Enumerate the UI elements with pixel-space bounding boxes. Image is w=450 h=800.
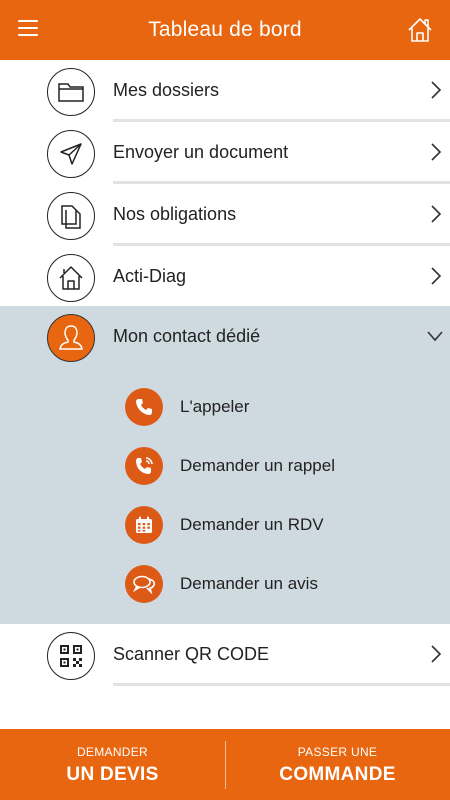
contact-action-label: Demander un RDV [180, 515, 324, 534]
contact-action-appeler[interactable]: L'appeler [0, 382, 450, 432]
chat-bubbles-icon [125, 565, 163, 603]
chevron-down-icon [427, 331, 443, 342]
devis-small-label: DEMANDER [76, 745, 149, 759]
phone-callback-icon [125, 447, 163, 485]
contact-action-rappel[interactable]: Demander un rappel [0, 441, 450, 491]
commande-small-label: PASSER UNE [297, 745, 378, 759]
app-header: Tableau de bord [0, 0, 450, 60]
menu-item-envoyer-document[interactable]: Envoyer un document [0, 122, 450, 184]
divider [113, 683, 450, 686]
contact-section-expanded: Mon contact dédié L'appeler Demander un … [0, 306, 450, 624]
calendar-icon [125, 506, 163, 544]
demander-devis-button[interactable]: DEMANDER UN DEVIS [0, 729, 225, 800]
contact-action-rdv[interactable]: Demander un RDV [0, 500, 450, 550]
contact-action-avis[interactable]: Demander un avis [0, 559, 450, 609]
bottom-action-bar: DEMANDER UN DEVIS PASSER UNE COMMANDE [0, 729, 450, 800]
home-icon[interactable] [406, 16, 434, 44]
menu-item-label: Mes dossiers [113, 80, 220, 100]
menu-item-mes-dossiers[interactable]: Mes dossiers [0, 60, 450, 122]
documents-icon [47, 192, 95, 240]
hamburger-menu-icon[interactable] [18, 20, 42, 40]
chevron-right-icon [431, 645, 442, 663]
chevron-right-icon [431, 81, 442, 99]
chevron-right-icon [431, 267, 442, 285]
chevron-right-icon [431, 205, 442, 223]
menu-item-nos-obligations[interactable]: Nos obligations [0, 184, 450, 246]
app-screen: Tableau de bord Mes dossiers Envoyer un … [0, 0, 450, 800]
house-icon [47, 254, 95, 302]
menu-item-label: Scanner QR CODE [113, 644, 270, 664]
contact-action-label: Demander un avis [180, 574, 318, 593]
passer-commande-button[interactable]: PASSER UNE COMMANDE [225, 729, 450, 800]
menu-item-acti-diag[interactable]: Acti-Diag [0, 246, 450, 308]
send-icon [47, 130, 95, 178]
contact-action-label: L'appeler [180, 397, 250, 416]
qr-code-icon [47, 632, 95, 680]
menu-item-label: Nos obligations [113, 204, 237, 224]
menu-item-scanner-qr[interactable]: Scanner QR CODE [0, 624, 450, 686]
menu-item-label: Acti-Diag [113, 266, 187, 286]
folder-icon [47, 68, 95, 116]
contact-action-label: Demander un rappel [180, 456, 335, 475]
page-title: Tableau de bord [148, 18, 302, 41]
phone-icon [125, 388, 163, 426]
menu-item-label: Mon contact dédié [113, 326, 261, 346]
menu-item-mon-contact[interactable]: Mon contact dédié [0, 306, 450, 368]
chevron-right-icon [431, 143, 442, 161]
person-icon [47, 314, 95, 362]
commande-big-label: COMMANDE [279, 764, 396, 785]
devis-big-label: UN DEVIS [66, 764, 159, 785]
menu-item-label: Envoyer un document [113, 142, 289, 162]
